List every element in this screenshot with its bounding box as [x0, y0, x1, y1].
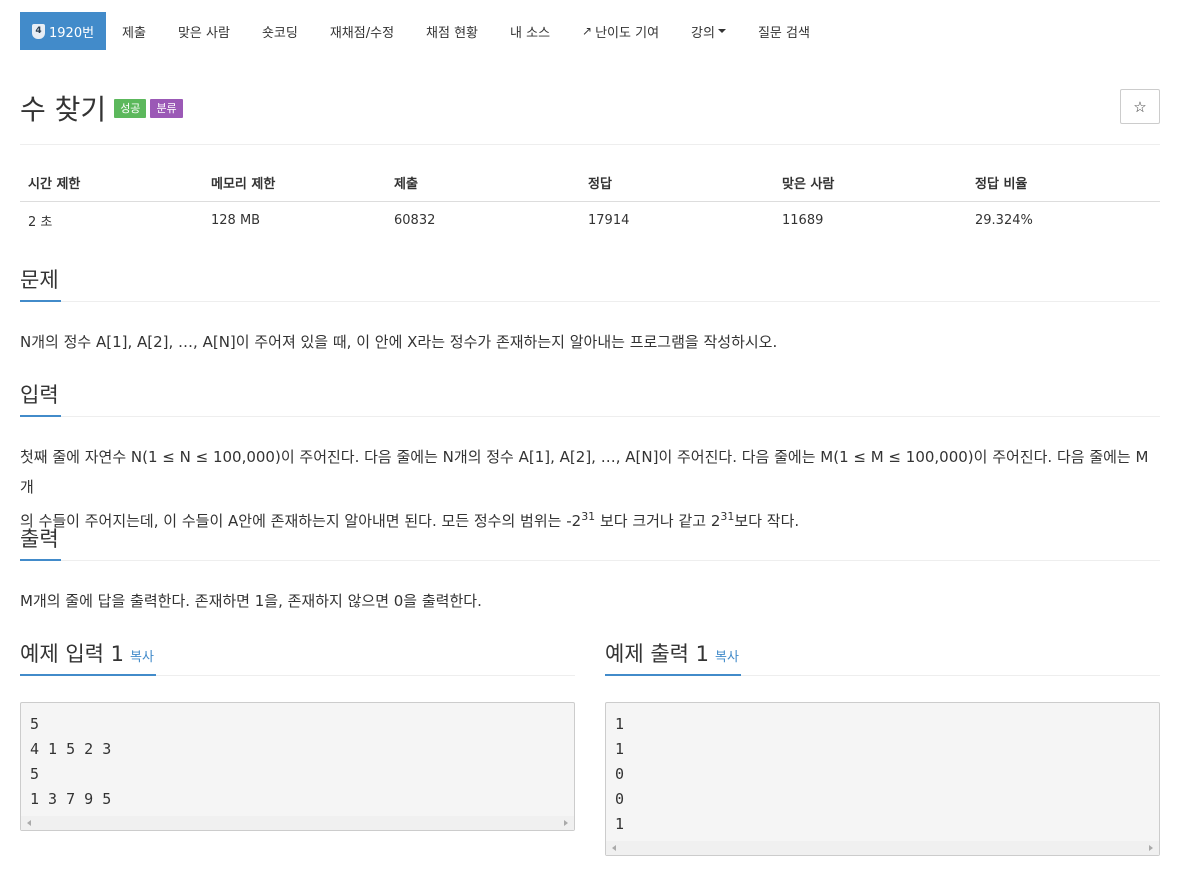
exponent: 31 [720, 510, 735, 523]
time-limit-value: 2 초 [28, 215, 53, 230]
problem-title: 수 찾기 [20, 93, 107, 126]
description-title: 문제 [20, 266, 61, 302]
nav-question-search[interactable]: 질문 검색 [742, 12, 826, 50]
sample-input-box[interactable]: 5 4 1 5 2 3 5 1 3 7 9 5 [20, 702, 575, 831]
input-title: 입력 [20, 381, 61, 417]
sample-output-content: 1 1 0 0 1 [615, 715, 625, 833]
nav-lecture-label: 강의 [691, 25, 715, 41]
sample-input-section: 예제 입력 1 복사 5 4 1 5 2 3 5 1 3 7 9 5 [20, 640, 575, 831]
header-accept-ratio: 정답 비율 [967, 167, 1160, 202]
sample-output-heading: 예제 출력 1 복사 [605, 640, 741, 676]
horizontal-scrollbar[interactable] [21, 816, 574, 830]
nav-difficulty-label: 난이도 기여 [595, 25, 660, 41]
nav-accepted-users[interactable]: 맞은 사람 [162, 12, 246, 50]
section-headline: 입력 [20, 381, 1160, 417]
input-text-line1: 첫째 줄에 자연수 N(1 ≤ N ≤ 100,000)이 주어진다. 다음 줄… [20, 448, 1149, 496]
sample-input-content: 5 4 1 5 2 3 5 1 3 7 9 5 [30, 715, 112, 808]
page-header: 수 찾기 성공 분류 [20, 88, 183, 128]
header-accepted: 정답 [580, 167, 774, 202]
submissions-value: 60832 [394, 213, 436, 228]
scroll-left-icon[interactable] [612, 845, 616, 851]
solved-users-value: 11689 [782, 213, 824, 228]
nav-my-source[interactable]: 내 소스 [494, 12, 566, 50]
section-headline: 출력 [20, 525, 1160, 561]
nav-lecture-dropdown[interactable]: 강의 [675, 12, 742, 50]
sample-output-box[interactable]: 1 1 0 0 1 [605, 702, 1160, 856]
output-text: M개의 줄에 답을 출력한다. 존재하면 1을, 존재하지 않으면 0을 출력한… [20, 592, 482, 610]
copy-input-button[interactable]: 복사 [130, 650, 154, 665]
header-time-limit: 시간 제한 [20, 167, 203, 202]
output-section: 출력 M개의 줄에 답을 출력한다. 존재하면 1을, 존재하지 않으면 0을 … [20, 525, 1160, 616]
star-button[interactable]: ☆ [1120, 89, 1160, 124]
problem-number-label: 1920번 [49, 25, 95, 41]
category-label[interactable]: 분류 [150, 98, 183, 118]
nav-problem-number[interactable]: 4 1920번 [20, 12, 107, 50]
tier-badge-icon: 4 [32, 23, 45, 39]
sample-input-heading: 예제 입력 1 복사 [20, 640, 156, 676]
horizontal-scrollbar[interactable] [606, 841, 1159, 855]
external-link-icon: ↗ [582, 24, 593, 38]
sample-input-title: 예제 입력 1 [20, 642, 124, 666]
table-header-row: 시간 제한 메모리 제한 제출 정답 맞은 사람 정답 비율 [20, 167, 1160, 202]
nav-submit[interactable]: 제출 [106, 12, 162, 50]
header-memory-limit: 메모리 제한 [203, 167, 386, 202]
divider [20, 144, 1160, 145]
section-headline: 예제 출력 1 복사 [605, 640, 1160, 676]
header-submissions: 제출 [386, 167, 580, 202]
nav-rejudge[interactable]: 재채점/수정 [314, 12, 410, 50]
nav-status[interactable]: 채점 현황 [410, 12, 494, 50]
caret-down-icon [717, 29, 726, 33]
input-text: 첫째 줄에 자연수 N(1 ≤ N ≤ 100,000)이 주어진다. 다음 줄… [20, 442, 1160, 536]
section-headline: 예제 입력 1 복사 [20, 640, 575, 676]
exponent: 31 [581, 510, 596, 523]
accepted-value: 17914 [588, 213, 630, 228]
table-row: 2 초 128 MB 60832 17914 11689 29.324% [20, 202, 1160, 239]
star-icon: ☆ [1133, 97, 1147, 116]
problem-info-table: 시간 제한 메모리 제한 제출 정답 맞은 사람 정답 비율 2 초 128 M… [20, 167, 1160, 238]
nav-difficulty[interactable]: ↗ 난이도 기여 [566, 12, 675, 50]
scroll-right-icon[interactable] [564, 820, 568, 826]
input-section: 입력 첫째 줄에 자연수 N(1 ≤ N ≤ 100,000)이 주어진다. 다… [20, 381, 1160, 536]
header-solved-users: 맞은 사람 [774, 167, 967, 202]
sample-output-title: 예제 출력 1 [605, 642, 709, 666]
memory-limit-value: 128 MB [211, 213, 261, 228]
copy-output-button[interactable]: 복사 [715, 650, 739, 665]
success-label[interactable]: 성공 [114, 98, 147, 118]
output-title: 출력 [20, 525, 61, 561]
section-headline: 문제 [20, 266, 1160, 302]
sample-output-section: 예제 출력 1 복사 1 1 0 0 1 [605, 640, 1160, 856]
problem-menu: 4 1920번 제출 맞은 사람 숏코딩 재채점/수정 채점 현황 내 소스 ↗… [20, 12, 826, 50]
accept-ratio-value: 29.324% [975, 213, 1033, 228]
problem-description-section: 문제 N개의 정수 A[1], A[2], …, A[N]이 주어져 있을 때,… [20, 266, 1160, 357]
scroll-left-icon[interactable] [27, 820, 31, 826]
description-text: N개의 정수 A[1], A[2], …, A[N]이 주어져 있을 때, 이 … [20, 333, 778, 351]
nav-short-coding[interactable]: 숏코딩 [246, 12, 314, 50]
scroll-right-icon[interactable] [1149, 845, 1153, 851]
